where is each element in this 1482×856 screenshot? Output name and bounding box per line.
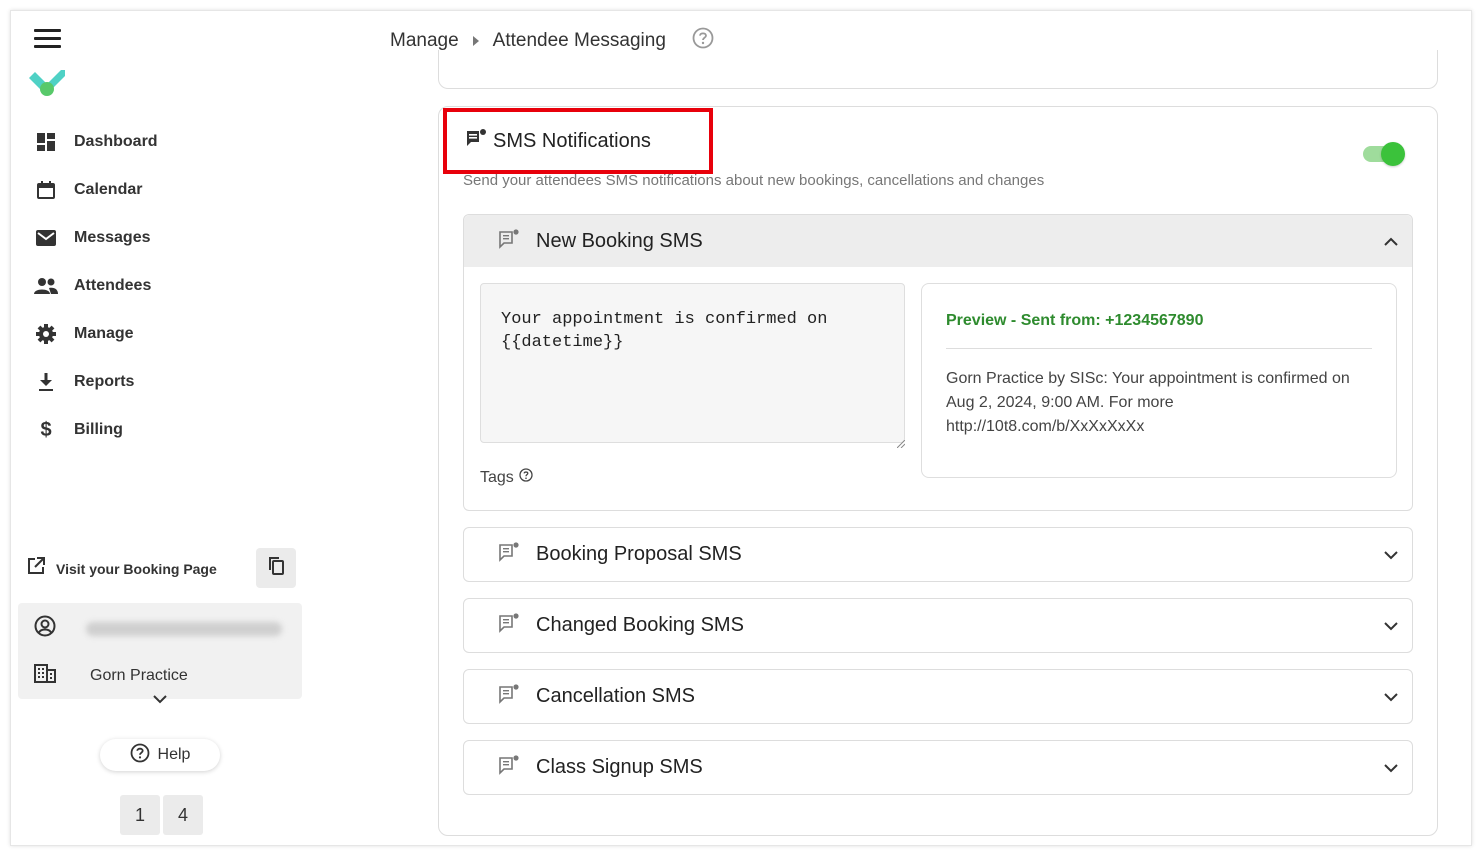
external-link-icon — [26, 556, 46, 581]
sms-message-icon — [498, 613, 520, 638]
organization-name: Gorn Practice — [90, 666, 188, 684]
accordion-title: Booking Proposal SMS — [536, 543, 742, 565]
previous-settings-card — [438, 50, 1438, 89]
sms-message-icon — [498, 684, 520, 709]
menu-icon[interactable] — [34, 29, 61, 49]
gear-icon — [34, 322, 58, 346]
sidebar-item-label: Billing — [74, 421, 123, 438]
accordion-header[interactable]: Cancellation SMS — [464, 670, 1412, 723]
sidebar-item-attendees[interactable]: Attendees — [34, 262, 158, 310]
sidebar-item-calendar[interactable]: Calendar — [34, 166, 158, 214]
sms-message-icon — [498, 542, 520, 567]
sms-message-icon — [498, 755, 520, 780]
sidebar-item-messages[interactable]: Messages — [34, 214, 158, 262]
accordion-title: Changed Booking SMS — [536, 614, 744, 636]
app-logo — [27, 66, 67, 103]
sms-message-icon — [498, 228, 520, 254]
sidebar-item-label: Dashboard — [74, 133, 158, 150]
section-title: SMS Notifications — [493, 129, 651, 152]
user-circle-icon — [34, 615, 56, 642]
sms-message-icon — [465, 128, 487, 154]
accordion-cancellation-sms: Cancellation SMS — [463, 669, 1413, 724]
help-button[interactable]: Help — [100, 739, 220, 771]
accordion-booking-proposal-sms: Booking Proposal SMS — [463, 527, 1413, 582]
chevron-down-icon[interactable] — [1384, 760, 1400, 776]
tags-label: Tags — [480, 468, 533, 487]
user-email-redacted — [86, 621, 282, 636]
digit-tile: 1 — [120, 795, 160, 835]
page-title: Attendee Messaging — [492, 30, 666, 51]
copy-icon — [268, 556, 284, 580]
sidebar-item-label: Calendar — [74, 181, 143, 198]
chevron-down-icon[interactable] — [152, 691, 168, 707]
download-icon — [34, 370, 58, 394]
visit-booking-page-label: Visit your Booking Page — [56, 560, 217, 577]
dashboard-icon — [34, 130, 58, 154]
sms-notifications-toggle[interactable] — [1363, 142, 1405, 166]
chevron-up-icon[interactable] — [1384, 234, 1400, 250]
account-panel: Gorn Practice — [18, 603, 302, 703]
sidebar-nav: Dashboard Calendar Messages Attendees Ma… — [34, 118, 158, 454]
accordion-title: Cancellation SMS — [536, 685, 695, 707]
calendar-icon — [34, 178, 58, 202]
chevron-down-icon[interactable] — [1384, 547, 1400, 563]
sidebar-item-label: Messages — [74, 229, 151, 246]
accordion-title: Class Signup SMS — [536, 756, 703, 778]
question-circle-icon — [130, 743, 150, 768]
accordion-changed-booking-sms: Changed Booking SMS — [463, 598, 1413, 653]
section-description: Send your attendees SMS notifications ab… — [463, 172, 1045, 189]
dollar-icon: $ — [40, 418, 52, 441]
sms-message-textarea[interactable]: Your appointment is confirmed on {{datet… — [480, 283, 905, 443]
building-icon — [34, 663, 56, 688]
preview-body: Gorn Practice by SISc: Your appointment … — [946, 370, 1350, 435]
breadcrumb-separator-icon — [472, 36, 479, 46]
sms-preview: Preview - Sent from: +1234567890 Gorn Pr… — [921, 283, 1397, 478]
sidebar-item-label: Reports — [74, 373, 135, 390]
resize-handle-icon[interactable] — [896, 435, 906, 449]
preview-header: Preview - Sent from: +1234567890 — [946, 312, 1372, 349]
help-label: Help — [157, 746, 191, 763]
accordion-title: New Booking SMS — [536, 229, 703, 252]
sidebar-item-label: Attendees — [74, 277, 152, 294]
sidebar-item-reports[interactable]: Reports — [34, 358, 158, 406]
people-icon — [34, 274, 58, 298]
toggle-knob — [1381, 142, 1405, 166]
accordion-header[interactable]: Booking Proposal SMS — [464, 528, 1412, 581]
accordion-header[interactable]: Changed Booking SMS — [464, 599, 1412, 652]
accordion-new-booking-sms: New Booking SMS Your appointment is conf… — [463, 214, 1413, 511]
accordion-header[interactable]: New Booking SMS — [464, 215, 1412, 267]
accordion-class-signup-sms: Class Signup SMS — [463, 740, 1413, 795]
chevron-down-icon[interactable] — [1384, 618, 1400, 634]
sidebar-item-label: Manage — [74, 325, 134, 342]
sidebar-item-manage[interactable]: Manage — [34, 310, 158, 358]
accordion-header[interactable]: Class Signup SMS — [464, 741, 1412, 794]
question-circle-icon[interactable] — [519, 468, 533, 487]
envelope-icon — [34, 226, 58, 250]
sms-notifications-heading: SMS Notifications — [443, 108, 713, 174]
chevron-down-icon[interactable] — [1384, 689, 1400, 705]
digit-tile: 4 — [163, 795, 203, 835]
sidebar-item-dashboard[interactable]: Dashboard — [34, 118, 158, 166]
copy-link-button[interactable] — [256, 548, 296, 588]
sidebar-item-billing[interactable]: $ Billing — [34, 406, 158, 454]
breadcrumb-parent[interactable]: Manage — [390, 30, 459, 52]
tags-text: Tags — [480, 468, 514, 486]
visit-booking-page-link[interactable]: Visit your Booking Page — [26, 556, 217, 581]
